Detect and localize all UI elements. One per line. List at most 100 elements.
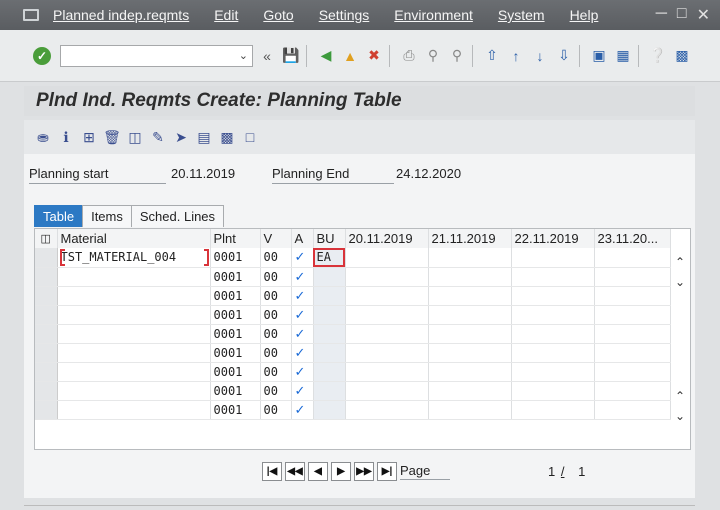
- column-header-active[interactable]: A: [291, 229, 314, 248]
- active-checkbox[interactable]: ✓: [295, 309, 308, 322]
- date-2-cell[interactable]: [428, 305, 512, 325]
- active-checkbox[interactable]: ✓: [295, 366, 308, 379]
- find-icon[interactable]: ⚲: [423, 46, 443, 66]
- active-cell[interactable]: ✓: [291, 362, 314, 382]
- row-selector[interactable]: [35, 362, 58, 382]
- date-3-cell[interactable]: [511, 324, 595, 344]
- active-cell[interactable]: ✓: [291, 381, 314, 401]
- edit-icon[interactable]: ✎: [148, 127, 168, 147]
- version-cell[interactable]: 00: [260, 248, 292, 268]
- next-page-icon[interactable]: ↓: [530, 46, 550, 66]
- active-checkbox[interactable]: ✓: [295, 290, 308, 303]
- table-settings-icon[interactable]: ◫: [35, 229, 58, 248]
- row-selector[interactable]: [35, 267, 58, 287]
- date-3-cell[interactable]: [511, 305, 595, 325]
- row-selector[interactable]: [35, 343, 58, 363]
- date-3-cell[interactable]: [511, 362, 595, 382]
- tab-sched-lines[interactable]: Sched. Lines: [130, 205, 225, 227]
- active-cell[interactable]: ✓: [291, 343, 314, 363]
- date-4-cell[interactable]: [594, 305, 671, 325]
- column-header-date-2[interactable]: 21.11.2019: [428, 229, 512, 248]
- bu-cell[interactable]: [313, 286, 346, 306]
- date-4-cell[interactable]: [594, 248, 671, 268]
- select-all-icon[interactable]: ▩: [217, 127, 237, 147]
- plant-cell[interactable]: 0001: [210, 248, 261, 268]
- plant-cell[interactable]: 0001: [210, 381, 261, 401]
- bu-cell[interactable]: [313, 305, 346, 325]
- deselect-all-icon[interactable]: □: [240, 127, 260, 147]
- active-checkbox[interactable]: ✓: [295, 385, 308, 398]
- date-1-cell[interactable]: [345, 381, 429, 401]
- find-next-icon[interactable]: ⚲: [447, 46, 467, 66]
- select-block-icon[interactable]: ▤: [194, 127, 214, 147]
- previous-row-button[interactable]: ◀: [308, 462, 328, 481]
- material-cell[interactable]: [57, 267, 211, 287]
- select-icon[interactable]: ➤: [171, 127, 191, 147]
- first-page-icon[interactable]: ⇧: [482, 46, 502, 66]
- scroll-down-icon[interactable]: ⌄: [670, 275, 690, 289]
- date-2-cell[interactable]: [428, 381, 512, 401]
- column-header-material[interactable]: Material: [57, 229, 211, 248]
- scroll-up-icon[interactable]: ⌃: [670, 389, 690, 403]
- help-icon[interactable]: ❔: [648, 46, 668, 66]
- date-1-cell[interactable]: [345, 400, 429, 420]
- date-4-cell[interactable]: [594, 400, 671, 420]
- last-page-icon[interactable]: ⇩: [554, 46, 574, 66]
- collapse-icon[interactable]: «: [257, 46, 277, 66]
- active-checkbox[interactable]: ✓: [295, 347, 308, 360]
- version-cell[interactable]: 00: [260, 286, 292, 306]
- active-cell[interactable]: ✓: [291, 286, 314, 306]
- date-4-cell[interactable]: [594, 286, 671, 306]
- plant-cell[interactable]: 0001: [210, 343, 261, 363]
- bu-cell[interactable]: [313, 400, 346, 420]
- insert-row-icon[interactable]: ⊞: [79, 127, 99, 147]
- row-selector[interactable]: [35, 248, 58, 268]
- column-header-plant[interactable]: Plnt: [210, 229, 261, 248]
- date-1-cell[interactable]: [345, 248, 429, 268]
- material-cell[interactable]: TST_MATERIAL_004: [57, 248, 211, 268]
- tab-table[interactable]: Table: [34, 205, 84, 227]
- command-field[interactable]: ⌄: [60, 44, 253, 67]
- previous-block-button[interactable]: ◀◀: [285, 462, 305, 481]
- version-cell[interactable]: 00: [260, 362, 292, 382]
- exit-icon[interactable]: ▲: [340, 46, 360, 66]
- row-selector[interactable]: [35, 286, 58, 306]
- bu-cell[interactable]: [313, 267, 346, 287]
- material-cell[interactable]: [57, 381, 211, 401]
- close-icon[interactable]: ✕: [697, 5, 710, 25]
- column-header-date-3[interactable]: 22.11.2019: [511, 229, 595, 248]
- bu-cell[interactable]: [313, 381, 346, 401]
- plant-cell[interactable]: 0001: [210, 267, 261, 287]
- active-cell[interactable]: ✓: [291, 400, 314, 420]
- date-4-cell[interactable]: [594, 267, 671, 287]
- version-cell[interactable]: 00: [260, 267, 292, 287]
- plant-cell[interactable]: 0001: [210, 286, 261, 306]
- column-header-date-1[interactable]: 20.11.2019: [345, 229, 429, 248]
- active-cell[interactable]: ✓: [291, 248, 314, 268]
- active-cell[interactable]: ✓: [291, 324, 314, 344]
- next-block-button[interactable]: ▶▶: [354, 462, 374, 481]
- version-cell[interactable]: 00: [260, 400, 292, 420]
- date-4-cell[interactable]: [594, 362, 671, 382]
- date-3-cell[interactable]: [511, 400, 595, 420]
- date-2-cell[interactable]: [428, 400, 512, 420]
- version-cell[interactable]: 00: [260, 305, 292, 325]
- menu-help[interactable]: Help: [570, 7, 599, 23]
- chevron-down-icon[interactable]: ⌄: [239, 49, 248, 62]
- material-cell[interactable]: [57, 324, 211, 344]
- date-3-cell[interactable]: [511, 267, 595, 287]
- plant-cell[interactable]: 0001: [210, 362, 261, 382]
- date-1-cell[interactable]: [345, 362, 429, 382]
- material-cell[interactable]: [57, 286, 211, 306]
- active-checkbox[interactable]: ✓: [295, 271, 308, 284]
- row-selector[interactable]: [35, 400, 58, 420]
- date-2-cell[interactable]: [428, 362, 512, 382]
- date-3-cell[interactable]: [511, 343, 595, 363]
- system-menu-icon[interactable]: [23, 9, 39, 21]
- cancel-icon[interactable]: ✖: [364, 46, 384, 66]
- date-4-cell[interactable]: [594, 324, 671, 344]
- last-page-button[interactable]: ▶|: [377, 462, 397, 481]
- date-1-cell[interactable]: [345, 305, 429, 325]
- customize-layout-icon[interactable]: ▩: [672, 46, 692, 66]
- menu-edit[interactable]: Edit: [214, 7, 238, 23]
